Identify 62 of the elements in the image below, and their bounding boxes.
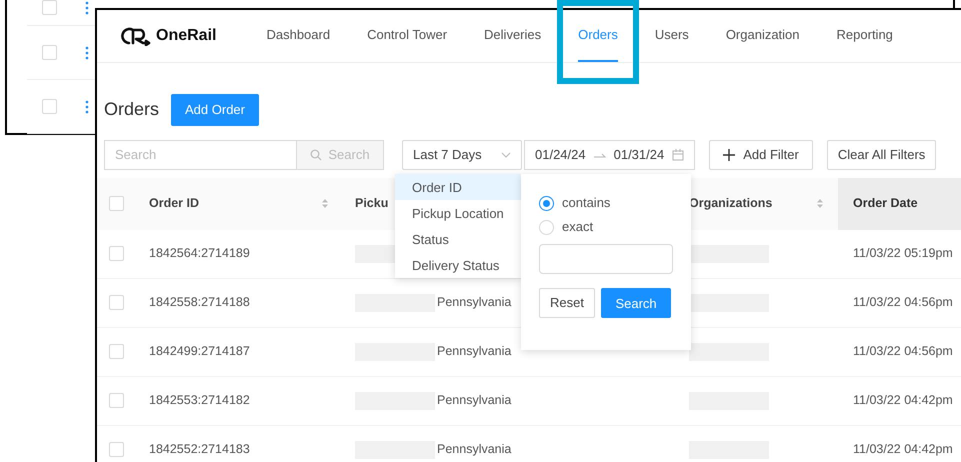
date-range-field[interactable]: 01/24/24 01/31/24 — [524, 140, 696, 170]
table-cell-text: 11/03/22 04:42pm — [853, 392, 953, 410]
search-field[interactable]: Search — [104, 140, 296, 170]
checkbox[interactable] — [109, 196, 124, 211]
clear-filters-button[interactable]: Clear All Filters — [826, 140, 936, 170]
table-cell-text: 11/03/22 04:42pm — [853, 441, 953, 458]
kebab-menu-icon[interactable] — [85, 0, 89, 14]
table-cell-text: 1842564:2714189 — [149, 245, 250, 262]
plus-icon — [723, 148, 736, 160]
table-cell-text: 1842499:2714187 — [149, 343, 250, 360]
table-cell-text: 1842558:2714188 — [149, 294, 250, 312]
table-cell-text: 1842553:2714182 — [149, 392, 250, 410]
column-header[interactable]: Organizations — [681, 194, 838, 213]
table-cell-text: 11/03/22 05:19pm — [853, 245, 953, 262]
table-cell-text: 11/03/22 04:56pm — [853, 294, 953, 312]
table-cell-text: Pennsylvania — [437, 392, 512, 410]
end-date: 01/31/24 — [614, 146, 664, 164]
checkbox[interactable] — [42, 99, 57, 114]
start-date: 01/24/24 — [535, 146, 586, 164]
nav-tab[interactable]: Organization — [726, 10, 800, 62]
checkbox[interactable] — [109, 295, 124, 310]
menu-item[interactable]: Status — [395, 226, 521, 252]
kebab-menu-icon[interactable] — [85, 46, 89, 60]
radio-option[interactable]: contains — [539, 194, 610, 212]
logo-icon — [119, 26, 153, 46]
sort-icon[interactable] — [816, 198, 824, 209]
chevron-down-icon — [501, 152, 511, 158]
nav-tab[interactable]: Dashboard — [266, 10, 330, 62]
menu-item[interactable]: Delivery Status — [395, 252, 521, 278]
table-cell-text: 11/03/22 04:56pm — [853, 343, 953, 360]
checkbox[interactable] — [42, 45, 57, 60]
menu-item[interactable]: Order ID — [395, 174, 521, 200]
radio-option[interactable]: exact — [539, 218, 594, 236]
sort-icon[interactable] — [321, 198, 329, 209]
date-range-select[interactable]: Last 7 Days — [402, 140, 522, 170]
nav-tab[interactable]: Users — [654, 10, 689, 62]
radio-label: exact — [562, 218, 594, 236]
menu-item[interactable]: Pickup Location — [395, 200, 521, 226]
table-cell-text: Pennsylvania — [437, 294, 512, 312]
radio-button[interactable] — [539, 196, 554, 210]
column-header[interactable]: Order Date — [838, 178, 961, 230]
checkbox[interactable] — [42, 0, 57, 15]
nav-tab[interactable]: Control Tower — [367, 10, 448, 62]
column-header[interactable]: Order ID — [149, 194, 343, 213]
search-icon — [310, 148, 322, 160]
table-cell-text: 1842552:2714183 — [149, 441, 250, 458]
table-cell-text: Pennsylvania — [437, 441, 512, 458]
checkbox[interactable] — [109, 393, 124, 408]
nav-tab[interactable]: Deliveries — [484, 10, 542, 62]
checkbox[interactable] — [109, 442, 124, 457]
page-title: Orders — [104, 98, 160, 122]
filter-input-field[interactable] — [539, 244, 673, 274]
add-filter-button[interactable]: Add Filter — [709, 140, 813, 170]
reset-button[interactable]: Reset — [539, 288, 595, 318]
radio-label: contains — [562, 194, 610, 212]
calendar-icon — [672, 148, 684, 160]
checkbox[interactable] — [109, 246, 124, 261]
kebab-menu-icon[interactable] — [85, 100, 89, 114]
brand-name: OneRail — [156, 26, 216, 46]
table-cell-text: Pennsylvania — [437, 343, 512, 360]
nav-tab[interactable]: Reporting — [836, 10, 893, 62]
checkbox[interactable] — [109, 344, 124, 359]
